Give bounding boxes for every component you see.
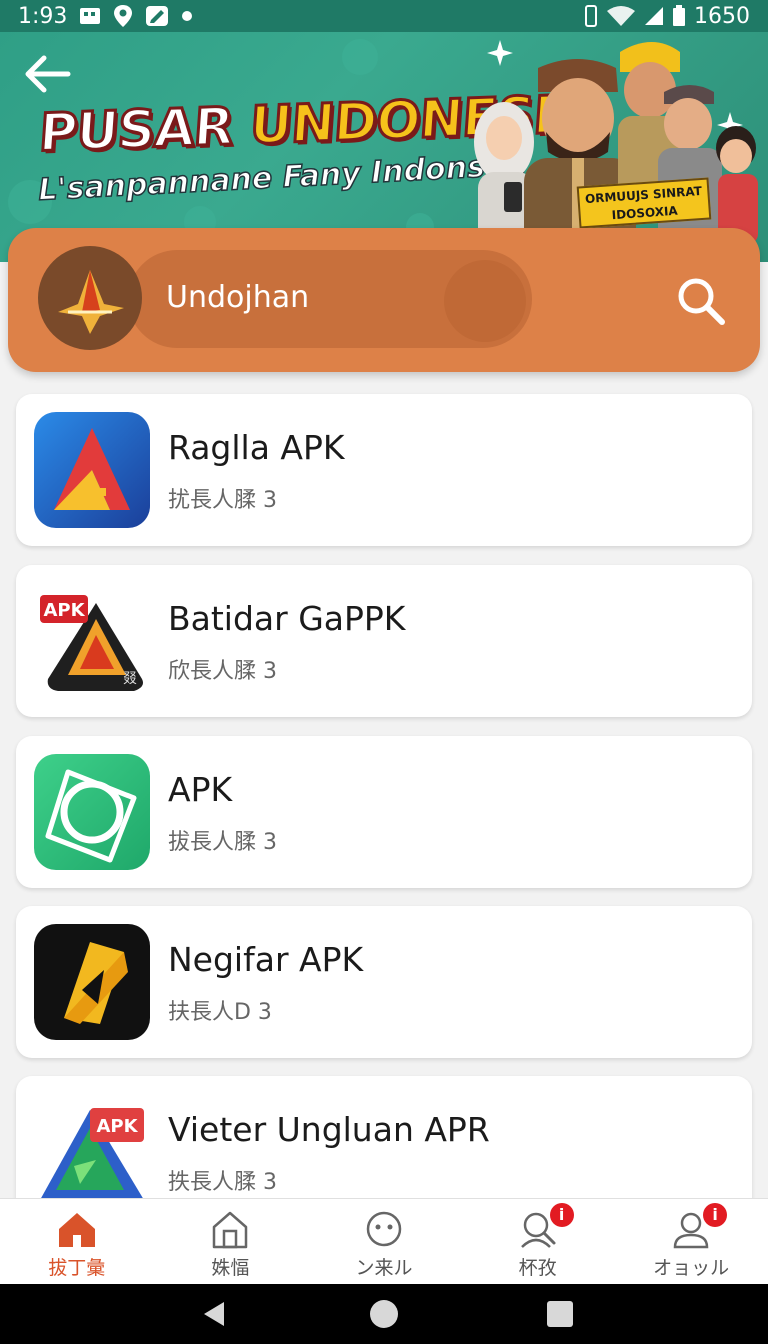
- search-card: Undojhan: [8, 228, 760, 372]
- green-star-app-icon: [34, 754, 150, 870]
- negifar-app-icon: [34, 924, 150, 1040]
- search-icon[interactable]: [672, 272, 728, 328]
- svg-text:叕: 叕: [123, 671, 137, 687]
- app-name: Negifar APK: [168, 940, 364, 979]
- system-recents-icon[interactable]: [544, 1298, 576, 1330]
- app-meta: 欣長人腬 3: [168, 659, 277, 684]
- system-back-icon[interactable]: [198, 1298, 230, 1330]
- batidar-apk-icon: APK 叕: [34, 583, 150, 699]
- list-item[interactable]: Raglla APK 扰長人腬 3: [16, 394, 752, 546]
- nav-search-person[interactable]: i 杯孜: [461, 1199, 615, 1284]
- logo-star-icon: [58, 270, 124, 334]
- signal-icon: [645, 7, 663, 25]
- messages-icon: [80, 8, 101, 24]
- notification-dot-icon: [182, 11, 193, 21]
- back-arrow-icon[interactable]: [22, 52, 72, 96]
- app-name: Batidar GaPPK: [168, 599, 406, 638]
- nav-label: 拔丁彙: [48, 1257, 106, 1279]
- vibrate-icon: [585, 5, 597, 27]
- app-logo: [38, 246, 142, 350]
- list-item[interactable]: APK 拔長人腬 3: [16, 736, 752, 888]
- system-nav-bar: [0, 1284, 768, 1344]
- search-input-knob: [444, 260, 526, 342]
- building-icon: [213, 1211, 248, 1249]
- nav-home[interactable]: 拔丁彙: [0, 1199, 154, 1284]
- nav-building[interactable]: 姝愊: [154, 1199, 308, 1284]
- list-item[interactable]: Negifar APK 扶長人Ⅾ 3: [16, 906, 752, 1058]
- chat-face-icon: [366, 1211, 402, 1247]
- raglla-app-icon: [34, 412, 150, 528]
- nav-label: ン来ル: [355, 1257, 413, 1279]
- wifi-icon: [607, 6, 635, 26]
- app-name: Raglla APK: [168, 428, 345, 467]
- location-icon: [114, 5, 133, 27]
- status-bar: 1:93 1650: [0, 0, 768, 32]
- app-meta: 抶長人腬 3: [168, 1170, 277, 1195]
- bottom-nav: 拔丁彙 姝愊 ン来ル i 杯孜 i オョッル: [0, 1198, 768, 1284]
- app-name: Vieter Ungluan APR: [168, 1110, 490, 1149]
- notification-badge: i: [703, 1203, 728, 1227]
- app-meta: 拔長人腬 3: [168, 830, 277, 855]
- nav-label: 姝愊: [211, 1257, 250, 1279]
- app-meta: 扶長人Ⅾ 3: [168, 1000, 272, 1025]
- nav-chat[interactable]: ン来ル: [307, 1199, 461, 1284]
- system-home-icon[interactable]: [368, 1298, 400, 1330]
- edit-icon: [146, 6, 169, 26]
- svg-text:APK: APK: [96, 1116, 138, 1137]
- app-name: APK: [168, 770, 233, 809]
- home-icon: [58, 1213, 95, 1247]
- nav-label: 杯孜: [518, 1257, 557, 1279]
- battery-icon: [673, 5, 685, 26]
- svg-text:APK: APK: [43, 600, 85, 621]
- nav-label: オョッル: [653, 1257, 730, 1279]
- vieter-apk-icon: APK: [34, 1094, 150, 1210]
- status-time: 1:93: [18, 3, 68, 29]
- list-item[interactable]: APK 叕 Batidar GaPPK 欣長人腬 3: [16, 565, 752, 717]
- battery-percent: 1650: [694, 3, 750, 29]
- notification-badge: i: [549, 1203, 574, 1227]
- app-meta: 扰長人腬 3: [168, 488, 277, 513]
- nav-profile[interactable]: i オョッル: [614, 1199, 768, 1284]
- search-value: Undojhan: [166, 280, 310, 315]
